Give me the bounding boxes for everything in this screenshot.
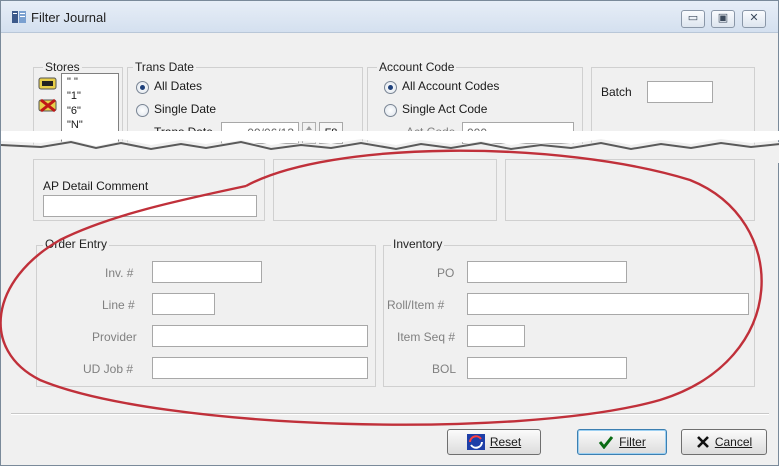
ud-job-input[interactable] bbox=[152, 357, 368, 379]
item-seq-input[interactable] bbox=[467, 325, 525, 347]
po-input[interactable] bbox=[467, 261, 627, 283]
all-account-codes-label[interactable]: All Account Codes bbox=[402, 79, 499, 93]
line-number-label: Line # bbox=[102, 298, 135, 312]
cancel-button-label: Cancel bbox=[714, 435, 753, 449]
reset-icon bbox=[466, 434, 485, 450]
cancel-x-icon bbox=[696, 436, 709, 448]
store-item[interactable]: " " bbox=[67, 76, 78, 88]
checkmark-icon bbox=[598, 436, 614, 449]
middle-empty-group bbox=[273, 159, 497, 221]
title-bar: Filter Journal ▭ ▣ ✕ bbox=[1, 1, 778, 33]
line-number-input[interactable] bbox=[152, 293, 215, 315]
provider-label: Provider bbox=[92, 330, 137, 344]
single-act-code-label[interactable]: Single Act Code bbox=[402, 102, 487, 116]
journal-app-icon bbox=[12, 11, 26, 23]
batch-input[interactable] bbox=[647, 81, 713, 103]
minimize-button[interactable]: ▭ bbox=[681, 10, 705, 28]
cancel-button[interactable]: Cancel bbox=[681, 429, 767, 455]
item-seq-label: Item Seq # bbox=[397, 330, 456, 344]
close-icon: ✕ bbox=[749, 12, 759, 24]
bol-input[interactable] bbox=[467, 357, 627, 379]
roll-item-input[interactable] bbox=[467, 293, 749, 315]
single-act-code-radio[interactable] bbox=[384, 104, 397, 117]
provider-input[interactable] bbox=[152, 325, 368, 347]
store-item[interactable]: "6" bbox=[67, 105, 81, 117]
roll-item-label: Roll/Item # bbox=[387, 298, 445, 312]
inv-number-label: Inv. # bbox=[105, 266, 134, 280]
ud-job-label: UD Job # bbox=[83, 362, 134, 376]
store-excluded-icon bbox=[38, 98, 57, 113]
store-item[interactable]: "N" bbox=[67, 119, 83, 131]
reset-button-label: Reset bbox=[489, 435, 522, 449]
inventory-label: Inventory bbox=[391, 237, 445, 251]
filter-button-label: Filter bbox=[619, 435, 646, 449]
trans-date-group-label: Trans Date bbox=[133, 60, 196, 74]
window-title: Filter Journal bbox=[31, 10, 107, 25]
batch-label: Batch bbox=[601, 85, 632, 99]
ap-detail-comment-label: AP Detail Comment bbox=[43, 179, 149, 193]
store-item[interactable]: "1" bbox=[67, 90, 81, 102]
order-entry-label: Order Entry bbox=[43, 237, 110, 251]
account-code-group-label: Account Code bbox=[377, 60, 457, 74]
close-window-button[interactable]: ✕ bbox=[742, 10, 766, 28]
minimize-icon: ▭ bbox=[687, 12, 699, 24]
maximize-button[interactable]: ▣ bbox=[711, 10, 735, 28]
spin-up-icon bbox=[306, 126, 312, 130]
inv-number-input[interactable] bbox=[152, 261, 262, 283]
stores-label: Stores bbox=[43, 60, 82, 74]
store-folder-icon bbox=[38, 77, 57, 90]
reset-button[interactable]: Reset bbox=[447, 429, 541, 455]
all-dates-radio[interactable] bbox=[136, 81, 149, 94]
right-empty-group bbox=[505, 159, 755, 221]
all-dates-label[interactable]: All Dates bbox=[154, 79, 202, 93]
po-label: PO bbox=[437, 266, 455, 280]
bol-label: BOL bbox=[432, 362, 457, 376]
ap-detail-comment-input[interactable] bbox=[43, 195, 257, 217]
filter-journal-window: Filter Journal ▭ ▣ ✕ Stores " " "1" "6" … bbox=[0, 0, 779, 466]
single-date-radio[interactable] bbox=[136, 104, 149, 117]
single-date-label[interactable]: Single Date bbox=[154, 102, 216, 116]
filter-button[interactable]: Filter bbox=[577, 429, 667, 455]
footer-divider-highlight bbox=[11, 414, 769, 415]
all-account-codes-radio[interactable] bbox=[384, 81, 397, 94]
maximize-icon: ▣ bbox=[717, 12, 729, 24]
